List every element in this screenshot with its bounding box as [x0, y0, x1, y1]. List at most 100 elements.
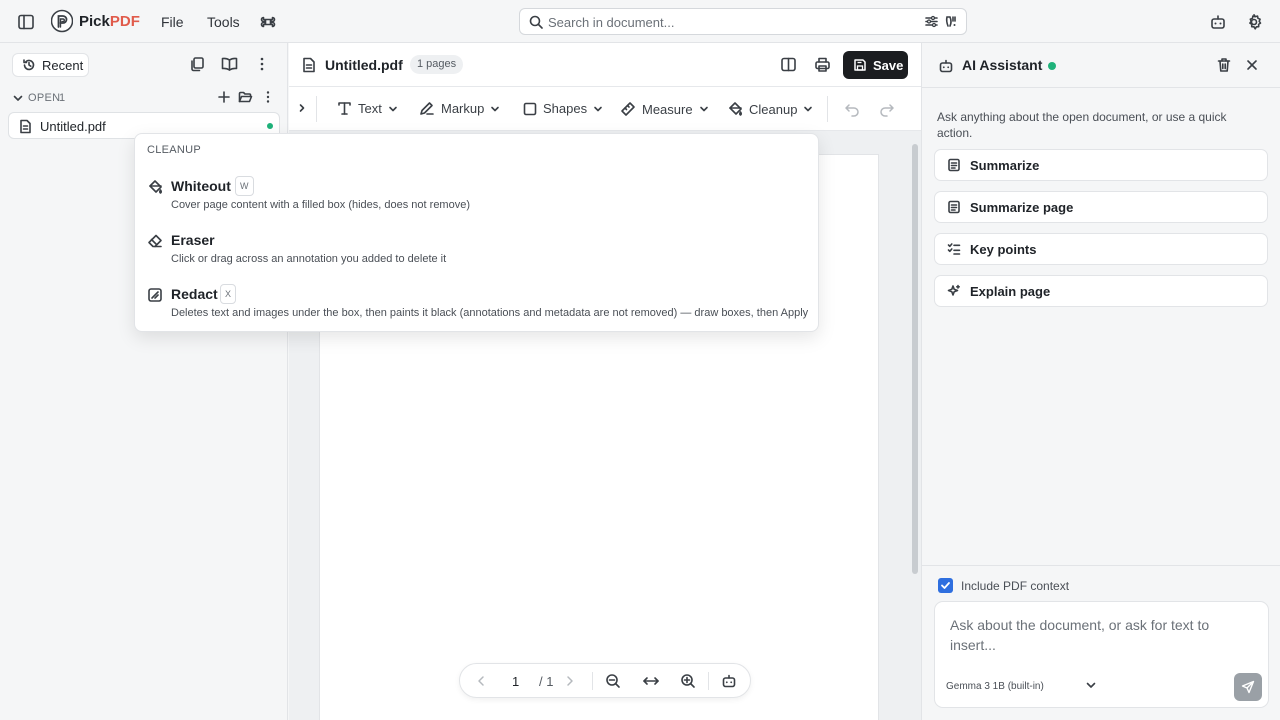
- square-icon: [523, 102, 537, 116]
- send-button[interactable]: [1234, 673, 1262, 701]
- chevron-down-icon[interactable]: [1085, 679, 1097, 691]
- panel-divider: [922, 87, 1280, 88]
- text-tool-label: Text: [358, 101, 382, 116]
- redact-shortcut-key: X: [220, 284, 237, 304]
- open-section-label: OPEN: [28, 92, 61, 104]
- cleanup-dropdown-menu: CLEANUP Whiteout W Cover page content wi…: [134, 133, 819, 332]
- next-page-icon[interactable]: [564, 674, 576, 688]
- open-folder-icon[interactable]: [238, 90, 253, 104]
- page-navigator: 1 / 1: [459, 663, 751, 698]
- search-options-icon[interactable]: [924, 14, 939, 29]
- markup-tool[interactable]: Markup: [419, 101, 500, 116]
- copy-icon[interactable]: [189, 56, 205, 72]
- unsaved-indicator: [267, 123, 273, 129]
- regex-icon[interactable]: [944, 14, 959, 29]
- chevron-down-icon: [593, 104, 603, 114]
- new-file-plus-icon[interactable]: [217, 90, 231, 104]
- whiteout-shortcut-key: W: [235, 176, 254, 196]
- shapes-tool-label: Shapes: [543, 101, 588, 116]
- history-icon: [22, 58, 36, 72]
- prev-page-icon[interactable]: [475, 674, 487, 688]
- page-count-badge: 1 pages: [410, 55, 464, 74]
- split-view-icon[interactable]: [780, 56, 797, 73]
- checklist-icon: [947, 242, 961, 256]
- robot-icon: [938, 58, 954, 74]
- markup-tool-label: Markup: [441, 101, 485, 116]
- ai-assistant-icon[interactable]: [721, 673, 737, 689]
- trash-icon[interactable]: [1216, 57, 1232, 73]
- search-input[interactable]: Search in document...: [519, 8, 967, 35]
- cleanup-tool[interactable]: Cleanup: [727, 101, 813, 117]
- chat-input[interactable]: Ask about the document, or ask for text …: [950, 615, 1230, 655]
- ruler-icon: [620, 101, 636, 117]
- save-button[interactable]: Save: [843, 51, 908, 79]
- chevron-down-icon: [388, 104, 398, 114]
- print-icon[interactable]: [814, 56, 831, 73]
- vertical-scrollbar[interactable]: [912, 144, 918, 574]
- save-label: Save: [873, 57, 904, 73]
- cleanup-menu-header: CLEANUP: [147, 144, 202, 156]
- chevron-down-icon[interactable]: [12, 92, 24, 104]
- close-icon[interactable]: [1245, 58, 1259, 72]
- paint-bucket-icon: [727, 101, 743, 117]
- ai-assistant-icon[interactable]: [1208, 12, 1228, 32]
- search-placeholder: Search in document...: [548, 15, 675, 30]
- eraser-description: Click or drag across an annotation you a…: [171, 253, 447, 265]
- ai-intro-text: Ask anything about the open document, or…: [937, 110, 1227, 140]
- eraser-option[interactable]: Eraser Click or drag across an annotatio…: [135, 229, 818, 279]
- menu-file[interactable]: File: [161, 14, 184, 30]
- eraser-icon: [147, 233, 163, 249]
- include-context-row: Include PDF context: [938, 578, 1069, 593]
- more-vertical-icon[interactable]: [254, 56, 270, 72]
- explain-page-button[interactable]: Explain page: [934, 275, 1268, 307]
- brand: PickPDF: [51, 9, 140, 33]
- redact-title: Redact: [171, 286, 218, 302]
- send-icon: [1241, 680, 1255, 694]
- redo-icon[interactable]: [879, 101, 895, 117]
- chevron-down-icon: [490, 104, 500, 114]
- document-header: Untitled.pdf 1 pages Save: [289, 43, 921, 87]
- whiteout-title: Whiteout: [171, 178, 231, 194]
- shapes-tool[interactable]: Shapes: [523, 101, 603, 116]
- include-context-label: Include PDF context: [961, 578, 1070, 593]
- measure-tool[interactable]: Measure: [620, 101, 709, 117]
- chevron-down-icon: [699, 104, 709, 114]
- ai-assistant-panel: AI Assistant Ask anything about the open…: [921, 43, 1280, 720]
- paint-bucket-icon: [147, 179, 163, 195]
- toolbar-expand-chevron-icon[interactable]: [298, 103, 306, 113]
- brand-accent: PDF: [109, 12, 140, 30]
- book-icon[interactable]: [221, 56, 238, 72]
- pen-icon: [419, 101, 435, 116]
- current-page-input[interactable]: 1: [512, 674, 519, 689]
- menu-tools[interactable]: Tools: [207, 14, 240, 30]
- summarize-page-button[interactable]: Summarize page: [934, 191, 1268, 223]
- panel-divider: [922, 565, 1280, 566]
- zoom-in-icon[interactable]: [680, 673, 696, 689]
- toolbar-divider: [827, 96, 828, 122]
- fit-width-icon[interactable]: [642, 673, 660, 689]
- undo-icon[interactable]: [844, 101, 860, 117]
- redact-option[interactable]: Redact X Deletes text and images under t…: [135, 283, 818, 333]
- open-section-more-icon[interactable]: [261, 90, 275, 104]
- model-select[interactable]: Gemma 3 1B (built-in): [946, 681, 1044, 692]
- explain-page-label: Explain page: [970, 283, 1051, 299]
- redact-description: Deletes text and images under the box, t…: [171, 307, 809, 319]
- command-palette-icon[interactable]: [258, 12, 278, 32]
- document-title: Untitled.pdf: [325, 57, 403, 73]
- measure-tool-label: Measure: [642, 101, 693, 117]
- summarize-button[interactable]: Summarize: [934, 149, 1268, 181]
- key-points-button[interactable]: Key points: [934, 233, 1268, 265]
- recent-label: Recent: [42, 57, 84, 73]
- save-icon: [853, 58, 867, 72]
- text-tool[interactable]: Text: [337, 101, 398, 116]
- include-context-checkbox[interactable]: [938, 578, 953, 593]
- annotation-toolbar: Text Markup Shapes Measure Cleanup: [289, 87, 921, 131]
- whiteout-option[interactable]: Whiteout W Cover page content with a fil…: [135, 175, 818, 225]
- recent-button[interactable]: Recent: [12, 53, 89, 77]
- toggle-sidebar-icon[interactable]: [16, 12, 36, 32]
- document-icon: [302, 57, 316, 73]
- settings-gear-icon[interactable]: [1244, 12, 1264, 32]
- zoom-out-icon[interactable]: [605, 673, 621, 689]
- pager-divider: [708, 672, 709, 690]
- text-t-icon: [337, 101, 352, 116]
